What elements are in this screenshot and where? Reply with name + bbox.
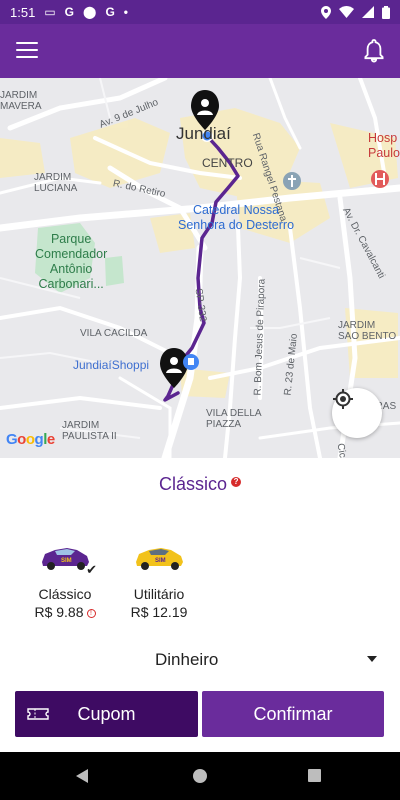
route-map[interactable]: JARDIM MAVERA Av. 9 de Julho Rua Rangel …	[0, 78, 400, 458]
ride-option-name: Clássico	[38, 586, 92, 602]
map-label: Hosp Paulo	[368, 131, 400, 160]
svg-text:SIM: SIM	[61, 558, 72, 564]
car-purple-icon: SIM ✔	[37, 538, 97, 577]
car-yellow-icon: SIM	[131, 538, 187, 574]
info-icon[interactable]: !	[86, 609, 96, 618]
my-location-button[interactable]	[332, 388, 382, 438]
ticket-icon	[27, 708, 49, 720]
confirm-button-label: Confirmar	[253, 703, 333, 724]
map-label: JARDIM MAVERA	[0, 90, 42, 112]
ride-option-price: R$ 9.88!	[20, 604, 110, 620]
map-label: CENTRO	[202, 156, 253, 170]
location-icon	[321, 5, 331, 19]
recents-icon[interactable]	[308, 769, 321, 782]
selected-category-title[interactable]: Clássico?	[0, 474, 400, 495]
confirm-button[interactable]: Confirmar	[202, 691, 384, 737]
map-poi-label: JundiaíShoppi	[73, 358, 150, 372]
location-pin-icon: ⬤	[83, 5, 97, 19]
sim-icon: ▭	[44, 5, 56, 19]
wifi-icon	[339, 6, 354, 18]
map-label: JARDIM SAO BENTO	[338, 320, 397, 342]
app-bar	[0, 24, 400, 78]
map-park-label: Parque Comendador Antônio Carbonari...	[35, 232, 108, 291]
signal-icon	[362, 6, 374, 18]
svg-text:SIM: SIM	[155, 558, 166, 564]
battery-icon	[382, 5, 390, 19]
bell-icon[interactable]	[362, 38, 386, 64]
ride-option-utilitario[interactable]: SIM Utilitário R$ 12.19	[114, 538, 204, 620]
ride-option-name: Utilitário	[133, 586, 185, 602]
google-g-icon: G	[64, 5, 74, 19]
selected-category-label: Clássico	[158, 474, 228, 494]
home-icon[interactable]	[193, 769, 207, 783]
google-g-icon: G	[105, 5, 115, 19]
coupon-button[interactable]: Cupom	[15, 691, 198, 737]
coupon-button-label: Cupom	[77, 703, 136, 724]
google-logo: Google	[6, 431, 55, 448]
map-label: VILA DELLA PIAZZA	[206, 408, 262, 430]
help-icon[interactable]: ?	[231, 477, 242, 487]
dot-icon: •	[123, 5, 128, 19]
status-bar: 1:51 ▭ G ⬤ G •	[0, 0, 400, 24]
back-icon[interactable]	[76, 769, 88, 783]
hamburger-icon[interactable]	[16, 42, 38, 60]
map-label: JARDIM LUCIANA	[34, 172, 78, 194]
selected-check-icon: ✔	[86, 562, 97, 577]
dropdown-arrow-icon[interactable]	[367, 656, 377, 662]
my-location-icon	[333, 389, 353, 409]
map-label: JARDIM PAULISTA II	[62, 420, 117, 442]
payment-method-select[interactable]: Dinheiro	[155, 650, 218, 670]
map-label: VILA CACILDA	[80, 328, 148, 339]
ride-option-price: R$ 12.19	[130, 604, 188, 620]
ride-option-classico[interactable]: SIM ✔ Clássico R$ 9.88!	[20, 538, 110, 620]
map-city-label: Jundiaí	[176, 124, 231, 143]
system-nav-bar	[0, 752, 400, 800]
status-time: 1:51	[10, 4, 36, 20]
map-poi-label: Catedral Nossa Senhora do Desterro	[178, 203, 295, 232]
